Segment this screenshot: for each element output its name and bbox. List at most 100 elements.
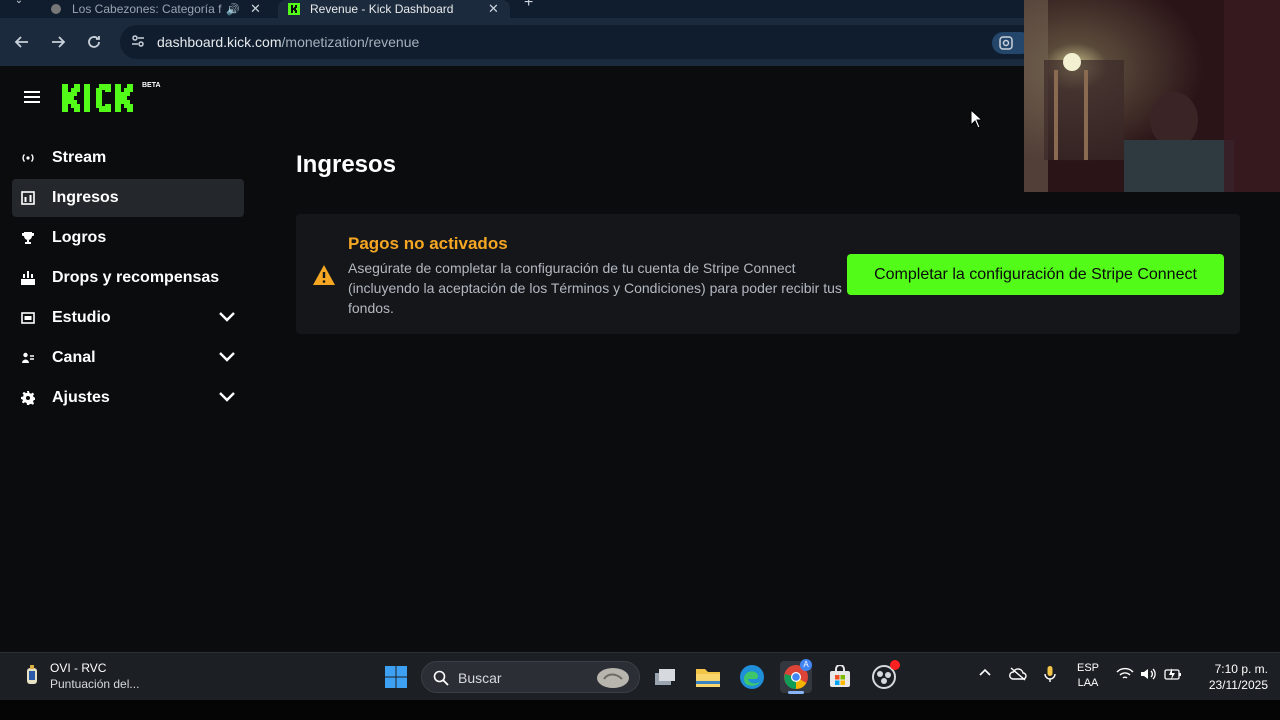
close-tab-icon[interactable]: ✕ xyxy=(250,1,261,17)
site-settings-icon[interactable] xyxy=(130,33,146,49)
url-domain: dashboard.kick.com xyxy=(157,34,282,50)
sidebar-item-ajustes[interactable]: Ajustes xyxy=(12,379,244,417)
webcam-overlay xyxy=(1024,0,1280,192)
tab-title: Los Cabezones: Categoría f xyxy=(72,2,222,16)
clock-time: 7:10 p. m. xyxy=(1214,662,1268,676)
alert-title: Pagos no activados xyxy=(348,234,508,253)
widget-subtitle: Puntuación del... xyxy=(50,677,140,691)
recording-badge-icon xyxy=(890,660,900,670)
chevron-down-icon[interactable] xyxy=(218,351,236,363)
tab-title: Revenue - Kick Dashboard xyxy=(310,2,454,16)
task-view-button[interactable] xyxy=(649,661,681,693)
sidebar-item-stream[interactable]: Stream xyxy=(12,139,244,177)
sidebar-item-canal[interactable]: Canal xyxy=(12,339,244,377)
chevron-up-icon xyxy=(979,668,991,676)
sidebar-item-label: Canal xyxy=(52,349,96,366)
store-button[interactable] xyxy=(824,661,856,693)
widget-title: OVI - RVC xyxy=(50,661,107,675)
folder-icon xyxy=(696,669,720,687)
complete-stripe-setup-button[interactable]: Completar la configuración de Stripe Con… xyxy=(847,254,1224,295)
sidebar-item-label: Ingresos xyxy=(52,189,119,206)
url-text[interactable]: dashboard.kick.com/monetization/revenue xyxy=(157,34,419,50)
search-highlight-icon xyxy=(597,668,629,688)
clock-date: 23/11/2025 xyxy=(1208,678,1268,692)
language-code: ESP xyxy=(1076,662,1099,674)
sidebar-item-ingresos[interactable]: Ingresos xyxy=(12,179,244,217)
arrow-left-icon xyxy=(14,36,28,48)
chevron-down-icon[interactable] xyxy=(218,311,236,323)
back-button[interactable] xyxy=(10,30,34,54)
network-volume-battery[interactable] xyxy=(1116,667,1186,685)
tab-search-button[interactable]: ⌄ xyxy=(8,0,30,12)
task-view-icon xyxy=(655,669,675,685)
microphone-button[interactable] xyxy=(1044,665,1056,688)
channel-icon xyxy=(20,350,36,366)
studio-icon xyxy=(20,310,36,326)
drops-icon xyxy=(20,270,36,286)
page-title: Ingresos xyxy=(296,151,397,178)
kick-favicon-icon xyxy=(288,3,300,15)
alert-message: Asegúrate de completar la configuración … xyxy=(348,260,842,316)
webcam-video xyxy=(1024,0,1280,192)
battery-icon xyxy=(1164,668,1181,680)
start-button[interactable] xyxy=(380,661,412,693)
close-tab-icon[interactable]: ✕ xyxy=(488,1,499,17)
volume-icon xyxy=(1141,668,1156,680)
cloud-sync-button[interactable] xyxy=(1009,667,1027,686)
beta-badge: BETA xyxy=(142,82,161,89)
chrome-button[interactable]: A xyxy=(780,659,812,694)
warning-icon xyxy=(313,265,335,285)
gear-icon xyxy=(20,390,36,406)
reload-button[interactable] xyxy=(82,30,106,54)
forward-button[interactable] xyxy=(46,30,70,54)
sidebar-item-label: Ajustes xyxy=(52,389,110,406)
payouts-alert: Pagos no activados Asegúrate de completa… xyxy=(296,214,1240,334)
sidebar-item-drops[interactable]: Drops y recompensas xyxy=(12,259,244,297)
sidebar-item-logros[interactable]: Logros xyxy=(12,219,244,257)
kick-logo[interactable]: BETA xyxy=(62,82,161,117)
language-indicator[interactable]: ESP LAA xyxy=(1074,661,1102,691)
tab-favicon-icon xyxy=(51,4,61,14)
sidebar-item-label: Drops y recompensas xyxy=(52,269,220,286)
address-bar[interactable]: dashboard.kick.com/monetization/revenue xyxy=(120,25,1130,59)
windows-logo-icon xyxy=(385,666,407,688)
taskbar-search[interactable]: Buscar xyxy=(421,661,640,693)
chevron-down-icon[interactable] xyxy=(218,391,236,403)
tab-los-cabezones[interactable]: Los Cabezones: Categoría f 🔊 ✕ xyxy=(50,0,270,18)
lens-icon xyxy=(999,36,1013,50)
tab-revenue-kick-dashboard[interactable]: Revenue - Kick Dashboard ✕ xyxy=(278,0,510,18)
kick-wordmark xyxy=(62,84,133,112)
windows-taskbar: OVI - RVC Puntuación del... Buscar A ESP… xyxy=(0,652,1280,700)
microphone-icon xyxy=(1044,666,1056,682)
store-icon xyxy=(830,665,850,687)
new-tab-button[interactable]: + xyxy=(524,0,533,12)
bar-chart-icon xyxy=(20,190,36,206)
mouse-cursor-icon xyxy=(970,109,984,129)
obs-button[interactable] xyxy=(868,660,900,693)
arrow-right-icon xyxy=(52,36,66,48)
search-placeholder: Buscar xyxy=(458,670,502,686)
file-explorer-button[interactable] xyxy=(692,661,724,693)
sidebar-item-label: Stream xyxy=(52,149,107,166)
screen-bottom-edge xyxy=(0,700,1280,720)
audio-icon: 🔊 xyxy=(226,3,240,16)
menu-icon[interactable] xyxy=(24,91,40,103)
active-app-indicator xyxy=(788,691,804,694)
tray-overflow-button[interactable] xyxy=(978,667,992,682)
url-path: /monetization/revenue xyxy=(281,34,420,50)
profile-badge-icon: A xyxy=(800,659,812,671)
sidebar-item-label: Estudio xyxy=(52,309,111,326)
edge-icon xyxy=(740,665,764,689)
sidebar-item-label: Logros xyxy=(52,229,107,246)
system-clock[interactable]: 7:10 p. m. 23/11/2025 xyxy=(1192,661,1268,693)
sidebar-item-estudio[interactable]: Estudio xyxy=(12,299,244,337)
keyboard-layout: LAA xyxy=(1077,677,1099,689)
team-crest-icon xyxy=(27,665,37,684)
reload-icon xyxy=(88,36,100,48)
cloud-off-icon xyxy=(1009,667,1027,681)
wifi-icon xyxy=(1116,667,1134,679)
edge-button[interactable] xyxy=(736,661,768,693)
broadcast-icon xyxy=(20,150,36,166)
search-icon xyxy=(433,670,449,686)
trophy-icon xyxy=(20,230,36,246)
